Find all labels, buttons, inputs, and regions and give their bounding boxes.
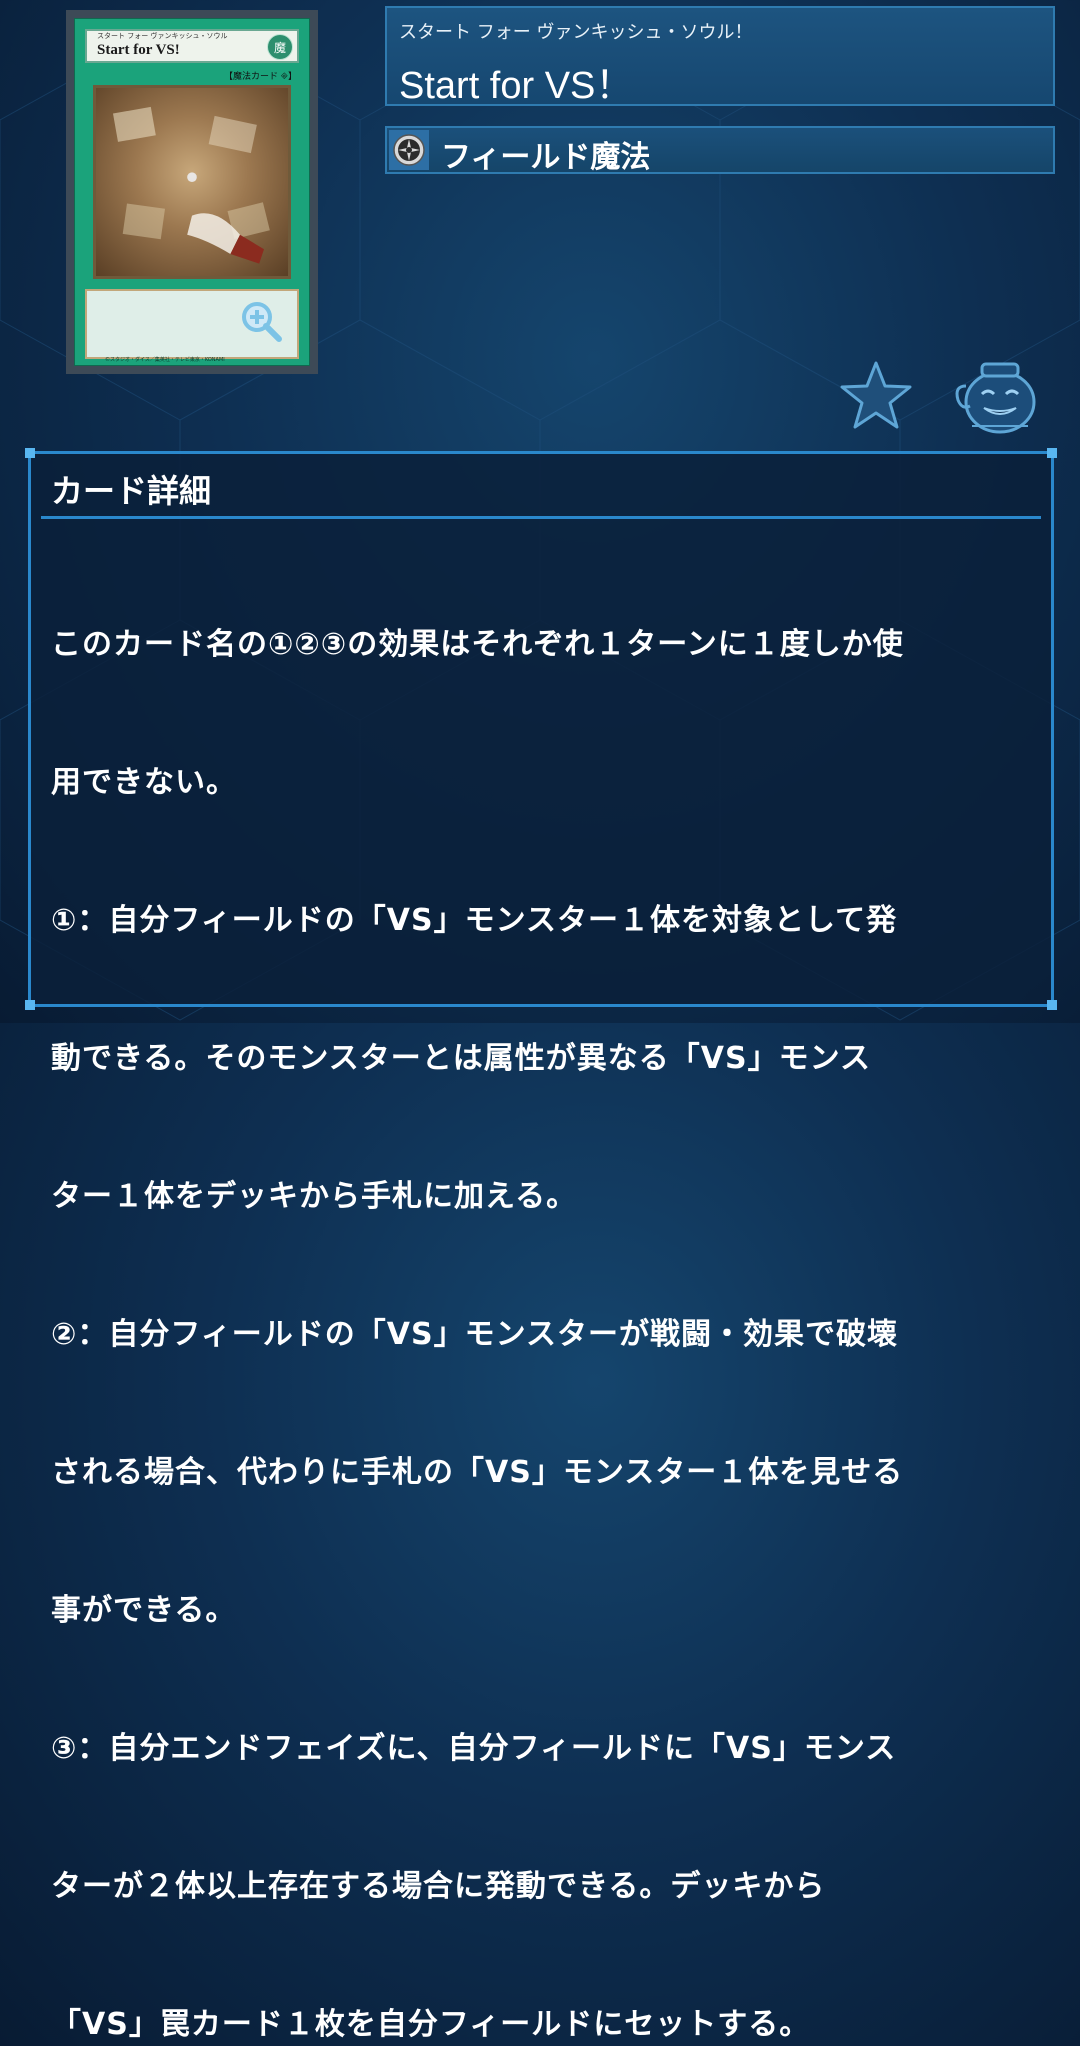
card-detail-panel: カード詳細 このカード名の①②③の効果はそれぞれ１ターンに１度しか使 用できない… [25,448,1057,2042]
card-title-panel: スタート フォー ヴァンキッシュ・ソウル！ Start for VS！ [385,6,1055,107]
effect-line: ター１体をデッキから手札に加える。 [51,1179,578,1214]
effect-line: このカード名の①②③の効果はそれぞれ１ターンに１度しか使 [51,627,904,662]
panel-corner [1047,448,1057,458]
effect-line: される場合、代わりに手札の「VS」モンスター１体を見せる [51,1455,904,1490]
heading-divider [41,516,1041,519]
spell-attribute-icon: 魔 [267,34,293,60]
card-image[interactable]: スタート フォー ヴァンキッシュ・ソウル Start for VS! 魔 【魔法… [66,10,318,374]
card-frame: スタート フォー ヴァンキッシュ・ソウル Start for VS! 魔 【魔法… [74,18,310,366]
card-effect-text: このカード名の①②③の効果はそれぞれ１ターンに１度しか使 用できない。 ①：自分… [51,530,1033,2046]
zoom-in-icon[interactable] [239,299,283,343]
effect-line: 事ができる。 [51,1593,237,1628]
effect-line: 「VS」罠カード１枚を自分フィールドにセットする。 [51,2007,811,2042]
panel-corner [1047,1000,1057,1010]
card-type-line: 【魔法カード 🞜】 [223,72,297,82]
pot-of-greed-icon[interactable] [952,356,1038,436]
card-name-box: スタート フォー ヴァンキッシュ・ソウル Start for VS! 魔 [85,29,299,63]
card-name: Start for VS! [97,42,180,58]
card-ruby: スタート フォー ヴァンキッシュ・ソウル [97,32,228,40]
panel-corner [25,1000,35,1010]
card-title-ruby: スタート フォー ヴァンキッシュ・ソウル！ [399,22,753,43]
field-spell-icon [389,130,429,170]
card-title: Start for VS！ [399,65,634,107]
card-text-box [85,289,299,359]
card-detail-heading: カード詳細 [51,472,212,510]
panel-corner [25,448,35,458]
effect-line: ターが２体以上存在する場合に発動できる。デッキから [51,1869,826,1904]
effect-line: 動できる。そのモンスターとは属性が異なる「VS」モンス [51,1041,872,1076]
card-copyright: ©スタジオ・ダイス／集英社・テレビ東京・KONAMI [105,357,225,363]
effect-line: ③：自分エンドフェイズに、自分フィールドに「VS」モンス [51,1731,897,1766]
effect-line: ①：自分フィールドの「VS」モンスター１体を対象として発 [51,903,898,938]
card-artwork [93,85,291,279]
effect-line: 用できない。 [51,765,237,800]
effect-line: ②：自分フィールドの「VS」モンスターが戦闘・効果で破壊 [51,1317,899,1352]
star-icon[interactable] [838,360,914,430]
spell-type-panel: フィールド魔法 [385,126,1055,175]
spell-type-label: フィールド魔法 [441,140,651,175]
